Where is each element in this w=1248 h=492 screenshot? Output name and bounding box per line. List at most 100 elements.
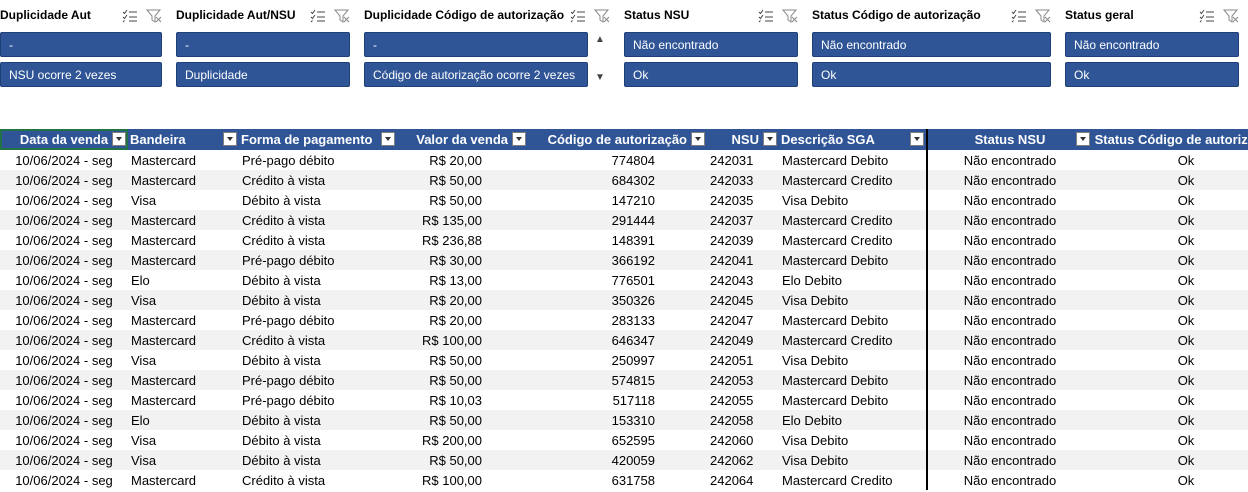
- cell-descricao-sga[interactable]: Visa Debito: [779, 430, 928, 450]
- multi-select-icon[interactable]: [310, 9, 326, 23]
- slicer-item[interactable]: NSU ocorre 2 vezes: [0, 62, 162, 87]
- cell-descricao-sga[interactable]: Mastercard Credito: [779, 170, 928, 190]
- slicer-scrollbar[interactable]: ▲ ▼: [592, 32, 610, 88]
- cell-codigo-de-autorizacao[interactable]: 420059: [528, 450, 707, 470]
- cell-status-nsu[interactable]: Não encontrado: [927, 330, 1092, 350]
- cell-descricao-sga[interactable]: Visa Debito: [779, 450, 928, 470]
- cell-forma-de-pagamento[interactable]: Débito à vista: [239, 270, 397, 290]
- cell-descricao-sga[interactable]: Mastercard Debito: [779, 370, 928, 390]
- cell-valor-da-venda[interactable]: R$ 50,00: [397, 450, 528, 470]
- cell-codigo-de-autorizacao[interactable]: 646347: [528, 330, 707, 350]
- cell-valor-da-venda[interactable]: R$ 20,00: [397, 150, 528, 170]
- cell-codigo-de-autorizacao[interactable]: 291444: [528, 210, 707, 230]
- cell-codigo-de-autorizacao[interactable]: 517118: [528, 390, 707, 410]
- cell-status-nsu[interactable]: Não encontrado: [927, 270, 1092, 290]
- cell-bandeira[interactable]: Visa: [128, 430, 239, 450]
- cell-status-codigo[interactable]: Ok: [1092, 310, 1248, 330]
- cell-forma-de-pagamento[interactable]: Débito à vista: [239, 190, 397, 210]
- cell-status-nsu[interactable]: Não encontrado: [927, 430, 1092, 450]
- cell-forma-de-pagamento[interactable]: Pré-pago débito: [239, 150, 397, 170]
- cell-data-da-venda[interactable]: 10/06/2024 - seg: [0, 290, 128, 310]
- cell-descricao-sga[interactable]: Mastercard Credito: [779, 330, 928, 350]
- cell-codigo-de-autorizacao[interactable]: 283133: [528, 310, 707, 330]
- cell-nsu[interactable]: 242058: [707, 410, 779, 430]
- cell-valor-da-venda[interactable]: R$ 30,00: [397, 250, 528, 270]
- slicer-item[interactable]: Ok: [624, 62, 798, 87]
- cell-forma-de-pagamento[interactable]: Crédito à vista: [239, 230, 397, 250]
- cell-data-da-venda[interactable]: 10/06/2024 - seg: [0, 250, 128, 270]
- slicer-item[interactable]: -: [0, 32, 162, 57]
- cell-valor-da-venda[interactable]: R$ 236,88: [397, 230, 528, 250]
- cell-status-codigo[interactable]: Ok: [1092, 170, 1248, 190]
- cell-bandeira[interactable]: Mastercard: [128, 390, 239, 410]
- cell-forma-de-pagamento[interactable]: Pré-pago débito: [239, 250, 397, 270]
- cell-codigo-de-autorizacao[interactable]: 147210: [528, 190, 707, 210]
- cell-valor-da-venda[interactable]: R$ 10,03: [397, 390, 528, 410]
- filter-dropdown-icon[interactable]: [910, 132, 924, 146]
- cell-status-codigo[interactable]: Ok: [1092, 230, 1248, 250]
- cell-nsu[interactable]: 242047: [707, 310, 779, 330]
- cell-codigo-de-autorizacao[interactable]: 574815: [528, 370, 707, 390]
- cell-valor-da-venda[interactable]: R$ 100,00: [397, 470, 528, 490]
- clear-filter-icon[interactable]: [146, 8, 162, 24]
- cell-codigo-de-autorizacao[interactable]: 776501: [528, 270, 707, 290]
- cell-codigo-de-autorizacao[interactable]: 684302: [528, 170, 707, 190]
- cell-forma-de-pagamento[interactable]: Débito à vista: [239, 350, 397, 370]
- cell-forma-de-pagamento[interactable]: Pré-pago débito: [239, 310, 397, 330]
- cell-descricao-sga[interactable]: Visa Debito: [779, 190, 928, 210]
- cell-bandeira[interactable]: Visa: [128, 450, 239, 470]
- cell-status-codigo[interactable]: Ok: [1092, 270, 1248, 290]
- cell-status-codigo[interactable]: Ok: [1092, 190, 1248, 210]
- slicer-item[interactable]: -: [176, 32, 350, 57]
- filter-dropdown-icon[interactable]: [512, 132, 526, 146]
- cell-bandeira[interactable]: Visa: [128, 350, 239, 370]
- cell-status-codigo[interactable]: Ok: [1092, 410, 1248, 430]
- slicer-item[interactable]: Duplicidade: [176, 62, 350, 87]
- cell-data-da-venda[interactable]: 10/06/2024 - seg: [0, 450, 128, 470]
- cell-data-da-venda[interactable]: 10/06/2024 - seg: [0, 170, 128, 190]
- cell-valor-da-venda[interactable]: R$ 100,00: [397, 330, 528, 350]
- clear-filter-icon[interactable]: [594, 8, 610, 24]
- cell-codigo-de-autorizacao[interactable]: 153310: [528, 410, 707, 430]
- cell-bandeira[interactable]: Mastercard: [128, 230, 239, 250]
- cell-status-codigo[interactable]: Ok: [1092, 370, 1248, 390]
- cell-descricao-sga[interactable]: Mastercard Debito: [779, 310, 928, 330]
- slicer-item[interactable]: Não encontrado: [624, 32, 798, 57]
- cell-descricao-sga[interactable]: Elo Debito: [779, 270, 928, 290]
- cell-status-nsu[interactable]: Não encontrado: [927, 410, 1092, 430]
- cell-bandeira[interactable]: Mastercard: [128, 310, 239, 330]
- cell-status-codigo[interactable]: Ok: [1092, 150, 1248, 170]
- cell-data-da-venda[interactable]: 10/06/2024 - seg: [0, 470, 128, 490]
- cell-status-nsu[interactable]: Não encontrado: [927, 150, 1092, 170]
- header-descricao-sga[interactable]: Descrição SGA: [779, 129, 928, 150]
- cell-nsu[interactable]: 242033: [707, 170, 779, 190]
- cell-data-da-venda[interactable]: 10/06/2024 - seg: [0, 310, 128, 330]
- cell-data-da-venda[interactable]: 10/06/2024 - seg: [0, 190, 128, 210]
- cell-valor-da-venda[interactable]: R$ 13,00: [397, 270, 528, 290]
- cell-descricao-sga[interactable]: Mastercard Debito: [779, 390, 928, 410]
- filter-dropdown-icon[interactable]: [691, 132, 705, 146]
- cell-nsu[interactable]: 242037: [707, 210, 779, 230]
- cell-valor-da-venda[interactable]: R$ 50,00: [397, 350, 528, 370]
- cell-data-da-venda[interactable]: 10/06/2024 - seg: [0, 350, 128, 370]
- cell-status-codigo[interactable]: Ok: [1092, 250, 1248, 270]
- header-valor-da-venda[interactable]: Valor da venda: [397, 129, 528, 150]
- cell-forma-de-pagamento[interactable]: Débito à vista: [239, 410, 397, 430]
- cell-bandeira[interactable]: Mastercard: [128, 150, 239, 170]
- cell-nsu[interactable]: 242035: [707, 190, 779, 210]
- cell-bandeira[interactable]: Mastercard: [128, 170, 239, 190]
- cell-data-da-venda[interactable]: 10/06/2024 - seg: [0, 230, 128, 250]
- cell-data-da-venda[interactable]: 10/06/2024 - seg: [0, 410, 128, 430]
- cell-status-nsu[interactable]: Não encontrado: [927, 290, 1092, 310]
- cell-forma-de-pagamento[interactable]: Crédito à vista: [239, 330, 397, 350]
- cell-bandeira[interactable]: Elo: [128, 410, 239, 430]
- cell-status-nsu[interactable]: Não encontrado: [927, 350, 1092, 370]
- cell-status-codigo[interactable]: Ok: [1092, 210, 1248, 230]
- cell-data-da-venda[interactable]: 10/06/2024 - seg: [0, 150, 128, 170]
- slicer-item[interactable]: Não encontrado: [1065, 32, 1239, 57]
- cell-status-nsu[interactable]: Não encontrado: [927, 210, 1092, 230]
- cell-forma-de-pagamento[interactable]: Pré-pago débito: [239, 370, 397, 390]
- header-nsu[interactable]: NSU: [707, 129, 779, 150]
- cell-forma-de-pagamento[interactable]: Crédito à vista: [239, 470, 397, 490]
- cell-codigo-de-autorizacao[interactable]: 631758: [528, 470, 707, 490]
